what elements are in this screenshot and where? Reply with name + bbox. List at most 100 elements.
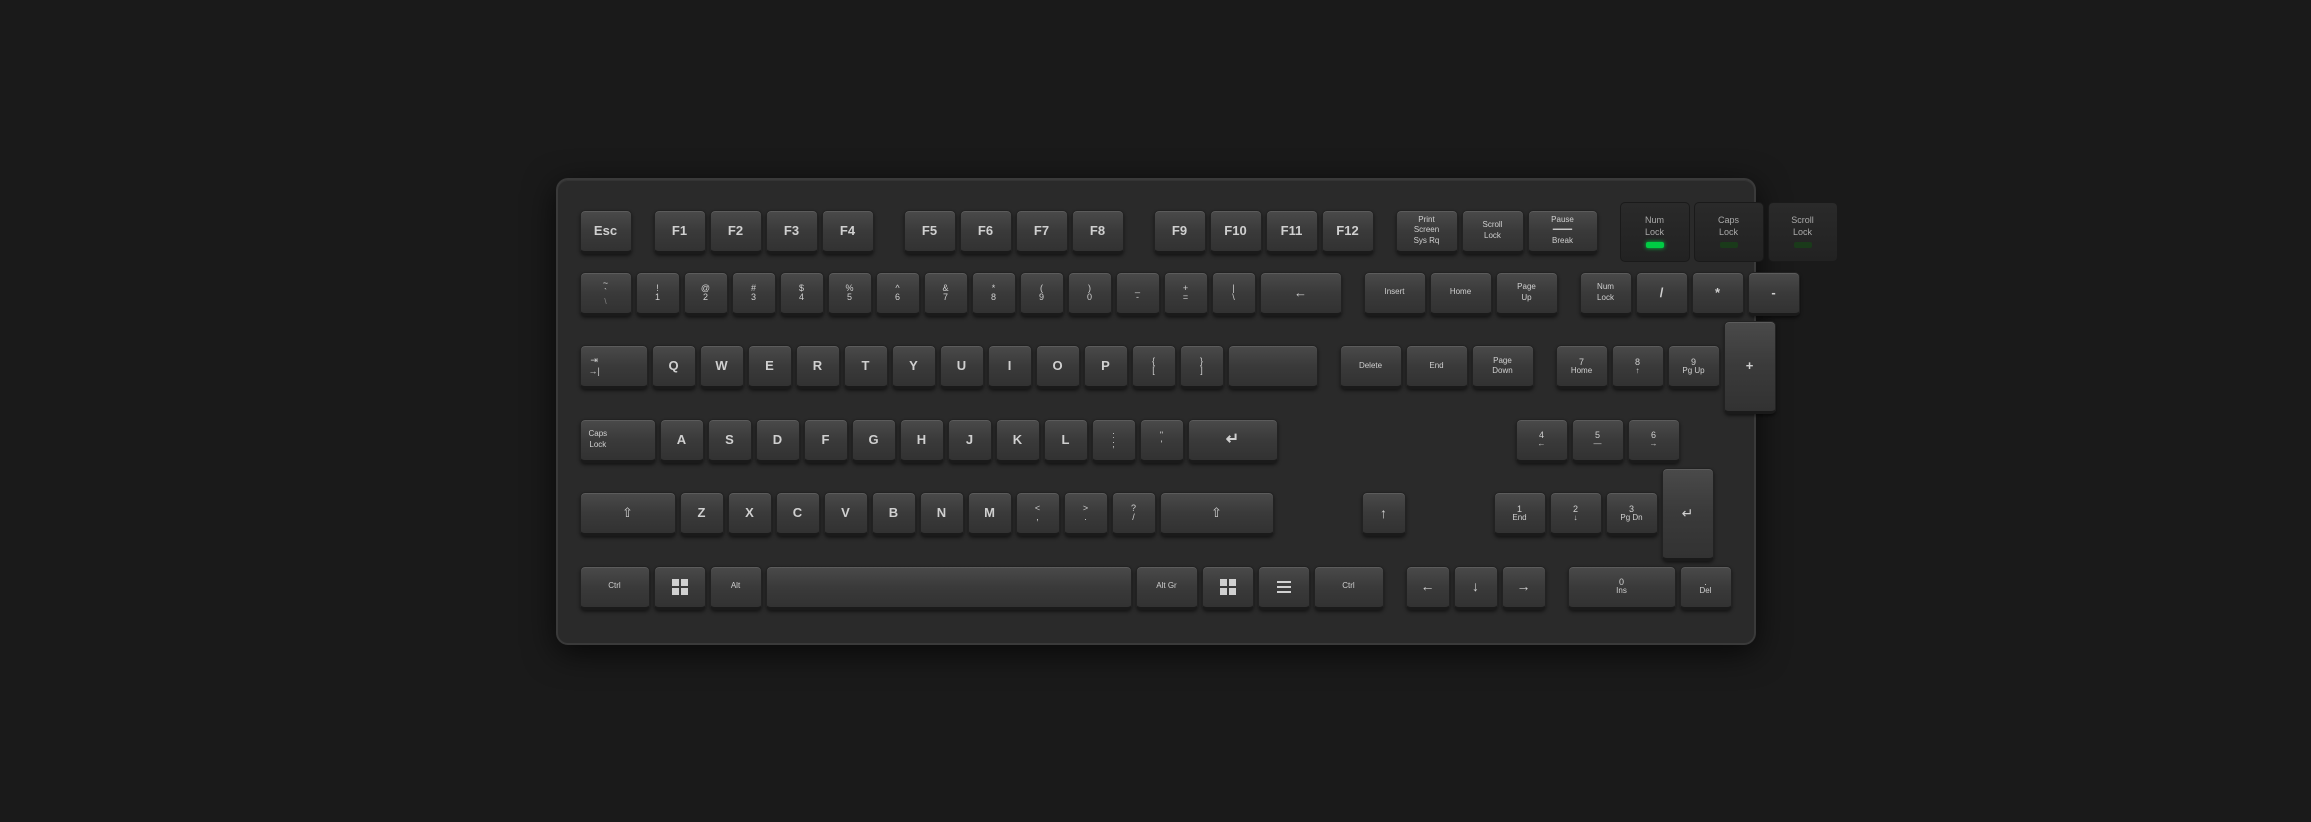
key-esc[interactable]: Esc [580,210,632,254]
key-o[interactable]: O [1036,345,1080,389]
key-m[interactable]: M [968,492,1012,536]
key-print-screen[interactable]: PrintScreenSys Rq [1396,210,1458,254]
key-numpad-8[interactable]: 8↑ [1612,345,1664,389]
key-tab[interactable]: ⇥→| [580,345,648,389]
key-caps-lock[interactable]: CapsLock [580,419,656,463]
key-7[interactable]: &7 [924,272,968,316]
key-arrow-up[interactable]: ↑ [1362,492,1406,536]
key-g[interactable]: G [852,419,896,463]
key-8[interactable]: *8 [972,272,1016,316]
key-1[interactable]: !1 [636,272,680,316]
key-end[interactable]: End [1406,345,1468,389]
key-i[interactable]: I [988,345,1032,389]
key-right-ctrl[interactable]: Ctrl [1314,566,1384,610]
key-x[interactable]: X [728,492,772,536]
key-left-win[interactable] [654,566,706,610]
key-0[interactable]: )0 [1068,272,1112,316]
key-f[interactable]: F [804,419,848,463]
key-comma[interactable]: <, [1016,492,1060,536]
key-5[interactable]: %5 [828,272,872,316]
key-rbracket[interactable]: }] [1180,345,1224,389]
key-num-lock[interactable]: NumLock [1580,272,1632,316]
key-equals[interactable]: += [1164,272,1208,316]
key-k[interactable]: K [996,419,1040,463]
key-9[interactable]: (9 [1020,272,1064,316]
key-arrow-left[interactable]: ← [1406,566,1450,610]
key-left-shift[interactable]: ⇧ [580,492,676,536]
key-arrow-right[interactable]: → [1502,566,1546,610]
key-f7[interactable]: F7 [1016,210,1068,254]
key-b[interactable]: B [872,492,916,536]
key-f3[interactable]: F3 [766,210,818,254]
key-z[interactable]: Z [680,492,724,536]
key-minus[interactable]: _- [1116,272,1160,316]
key-left-ctrl[interactable]: Ctrl [580,566,650,610]
key-f4[interactable]: F4 [822,210,874,254]
key-s[interactable]: S [708,419,752,463]
key-f11[interactable]: F11 [1266,210,1318,254]
key-e[interactable]: E [748,345,792,389]
key-6[interactable]: ^6 [876,272,920,316]
key-f1[interactable]: F1 [654,210,706,254]
key-backslash[interactable]: |\ [1212,272,1256,316]
key-d[interactable]: D [756,419,800,463]
key-4[interactable]: $4 [780,272,824,316]
key-c[interactable]: C [776,492,820,536]
key-numpad-5[interactable]: 5— [1572,419,1624,463]
key-numpad-9[interactable]: 9Pg Up [1668,345,1720,389]
key-numpad-7[interactable]: 7Home [1556,345,1608,389]
key-backspace[interactable]: ← [1260,272,1342,316]
key-f6[interactable]: F6 [960,210,1012,254]
key-right-win[interactable] [1202,566,1254,610]
key-numpad-4[interactable]: 4← [1516,419,1568,463]
key-delete[interactable]: Delete [1340,345,1402,389]
key-3[interactable]: #3 [732,272,776,316]
key-y[interactable]: Y [892,345,936,389]
key-numpad-6[interactable]: 6→ [1628,419,1680,463]
key-f10[interactable]: F10 [1210,210,1262,254]
key-n[interactable]: N [920,492,964,536]
key-numpad-dot[interactable]: .Del [1680,566,1732,610]
key-page-up[interactable]: PageUp [1496,272,1558,316]
key-right-shift[interactable]: ⇧ [1160,492,1274,536]
key-quote[interactable]: "' [1140,419,1184,463]
key-l[interactable]: L [1044,419,1088,463]
key-numpad-minus[interactable]: - [1748,272,1800,316]
key-arrow-down[interactable]: ↓ [1454,566,1498,610]
key-r[interactable]: R [796,345,840,389]
key-right-alt[interactable]: Alt Gr [1136,566,1198,610]
key-numpad-0[interactable]: 0Ins [1568,566,1676,610]
key-2[interactable]: @2 [684,272,728,316]
key-u[interactable]: U [940,345,984,389]
key-enter[interactable]: ↵ [1188,419,1278,463]
key-f8[interactable]: F8 [1072,210,1124,254]
key-v[interactable]: V [824,492,868,536]
key-h[interactable]: H [900,419,944,463]
key-numpad-enter[interactable]: ↵ [1662,468,1714,561]
key-period[interactable]: >. [1064,492,1108,536]
key-f2[interactable]: F2 [710,210,762,254]
key-f9[interactable]: F9 [1154,210,1206,254]
key-enter-top[interactable] [1228,345,1318,389]
key-lbracket[interactable]: {[ [1132,345,1176,389]
key-numpad-3[interactable]: 3Pg Dn [1606,492,1658,536]
key-menu[interactable] [1258,566,1310,610]
key-numpad-1[interactable]: 1End [1494,492,1546,536]
key-q[interactable]: Q [652,345,696,389]
key-j[interactable]: J [948,419,992,463]
key-pause[interactable]: Pause━━━━Break [1528,210,1598,254]
key-home[interactable]: Home [1430,272,1492,316]
key-page-down[interactable]: PageDown [1472,345,1534,389]
key-f12[interactable]: F12 [1322,210,1374,254]
key-numpad-slash[interactable]: / [1636,272,1688,316]
key-insert[interactable]: Insert [1364,272,1426,316]
key-t[interactable]: T [844,345,888,389]
key-tilde[interactable]: ~` \ [580,272,632,316]
key-scroll-lock[interactable]: ScrollLock [1462,210,1524,254]
key-f5[interactable]: F5 [904,210,956,254]
key-left-alt[interactable]: Alt [710,566,762,610]
key-slash[interactable]: ?/ [1112,492,1156,536]
key-numpad-2[interactable]: 2↓ [1550,492,1602,536]
key-numpad-plus[interactable]: + [1724,321,1776,414]
key-numpad-star[interactable]: * [1692,272,1744,316]
